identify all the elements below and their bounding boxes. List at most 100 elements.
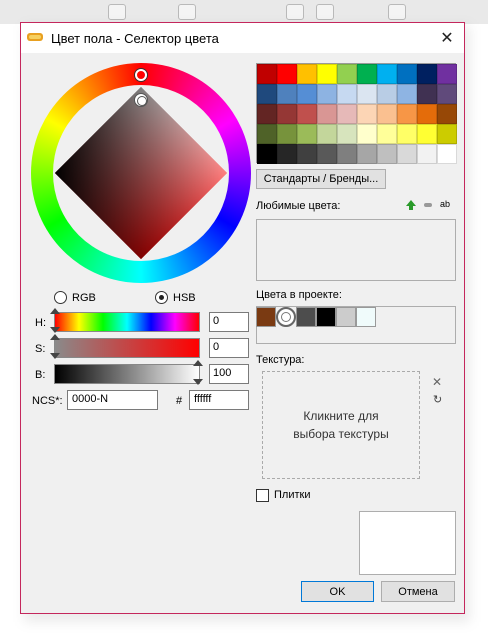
palette-swatch[interactable] [357, 124, 377, 144]
palette-swatch[interactable] [277, 144, 297, 164]
standards-brands-button[interactable]: Стандарты / Бренды... [256, 169, 386, 189]
project-color-swatch[interactable] [276, 307, 296, 327]
hue-slider[interactable] [54, 312, 200, 332]
project-color-swatch[interactable] [336, 307, 356, 327]
brightness-slider-handle-bottom[interactable] [193, 379, 203, 385]
palette-swatch[interactable] [417, 84, 437, 104]
palette-swatch[interactable] [257, 104, 277, 124]
palette-swatch[interactable] [397, 64, 417, 84]
palette-swatch[interactable] [437, 84, 457, 104]
hue-input[interactable]: 0 [209, 312, 249, 332]
palette-swatch[interactable] [397, 84, 417, 104]
favorite-colors-area[interactable] [256, 219, 456, 281]
palette-swatch[interactable] [377, 124, 397, 144]
palette-swatch[interactable] [277, 84, 297, 104]
palette-swatch[interactable] [277, 64, 297, 84]
palette-swatch[interactable] [397, 144, 417, 164]
texture-selector[interactable]: Кликните для выбора текстуры [262, 371, 420, 479]
title-bar: Цвет пола - Селектор цвета ✕ [21, 23, 464, 53]
project-color-swatch[interactable] [356, 307, 376, 327]
hsb-radio-label: HSB [173, 291, 196, 304]
palette-swatch[interactable] [297, 124, 317, 144]
color-wheel-area[interactable] [31, 63, 251, 283]
palette-swatch[interactable] [437, 64, 457, 84]
ncs-label: NCS*: [32, 395, 63, 407]
palette-swatch[interactable] [337, 64, 357, 84]
brightness-slider-handle-top[interactable] [193, 360, 203, 366]
favorites-label: Любимые цвета: [256, 200, 341, 212]
saturation-input[interactable]: 0 [209, 338, 249, 358]
texture-label: Текстура: [256, 354, 305, 366]
saturation-slider[interactable] [54, 338, 200, 358]
palette-swatch[interactable] [397, 124, 417, 144]
palette-swatch[interactable] [317, 144, 337, 164]
project-colors-list [256, 307, 376, 327]
hex-input[interactable]: ffffff [189, 390, 249, 410]
palette-swatch[interactable] [417, 124, 437, 144]
hue-marker[interactable] [135, 69, 147, 81]
palette-swatch[interactable] [277, 104, 297, 124]
palette-swatch[interactable] [317, 124, 337, 144]
hue-slider-handle-bottom[interactable] [50, 327, 60, 333]
palette-swatch[interactable] [437, 124, 457, 144]
palette-swatch[interactable] [377, 84, 397, 104]
cancel-button[interactable]: Отмена [381, 581, 455, 602]
hue-slider-handle-top[interactable] [50, 308, 60, 314]
palette-swatch[interactable] [337, 104, 357, 124]
palette-swatch[interactable] [417, 64, 437, 84]
palette-swatch[interactable] [297, 104, 317, 124]
rgb-radio-circle[interactable] [54, 291, 67, 304]
palette-swatch[interactable] [337, 144, 357, 164]
saturation-slider-handle-bottom[interactable] [50, 353, 60, 359]
saturation-brightness-marker[interactable] [134, 93, 148, 107]
palette-swatch[interactable] [317, 64, 337, 84]
close-button[interactable]: ✕ [430, 23, 464, 53]
palette-swatch[interactable] [437, 144, 457, 164]
palette-swatch[interactable] [297, 144, 317, 164]
rotate-texture-icon[interactable]: ↻ [433, 393, 442, 406]
palette-swatch[interactable] [417, 144, 437, 164]
palette-swatch[interactable] [377, 104, 397, 124]
app-icon [27, 33, 43, 41]
tiles-checkbox[interactable] [256, 489, 269, 502]
palette-swatch[interactable] [297, 84, 317, 104]
palette-swatch[interactable] [317, 84, 337, 104]
brightness-label: B: [35, 369, 46, 381]
palette-swatch[interactable] [257, 124, 277, 144]
palette-swatch[interactable] [377, 64, 397, 84]
project-color-swatch[interactable] [296, 307, 316, 327]
palette-swatch[interactable] [337, 84, 357, 104]
palette-swatch[interactable] [357, 84, 377, 104]
ok-button[interactable]: OK [301, 581, 374, 602]
remove-favorite-icon[interactable] [423, 201, 433, 211]
brightness-slider[interactable] [54, 364, 200, 384]
palette-swatch[interactable] [337, 124, 357, 144]
palette-swatch[interactable] [277, 124, 297, 144]
hue-label: H: [35, 317, 46, 329]
rename-favorite-button[interactable]: ab [440, 199, 450, 209]
palette-swatch[interactable] [257, 144, 277, 164]
brightness-input[interactable]: 100 [209, 364, 249, 384]
rgb-radio[interactable]: RGB [54, 291, 96, 304]
palette-swatch[interactable] [357, 144, 377, 164]
ncs-input[interactable]: 0000-N [67, 390, 158, 410]
hsb-radio[interactable]: HSB [155, 291, 196, 304]
hsb-radio-circle[interactable] [155, 291, 168, 304]
palette-swatch[interactable] [397, 104, 417, 124]
window-title: Цвет пола - Селектор цвета [51, 31, 219, 46]
palette-swatch[interactable] [357, 104, 377, 124]
palette-swatch[interactable] [377, 144, 397, 164]
clear-texture-icon[interactable]: ✕ [432, 375, 442, 389]
palette-swatch[interactable] [437, 104, 457, 124]
project-color-swatch[interactable] [256, 307, 276, 327]
project-color-swatch[interactable] [316, 307, 336, 327]
palette-swatch[interactable] [257, 84, 277, 104]
palette-swatch[interactable] [317, 104, 337, 124]
background-toolbar-icon [178, 4, 196, 20]
palette-swatch[interactable] [257, 64, 277, 84]
saturation-slider-handle-top[interactable] [50, 334, 60, 340]
add-favorite-icon[interactable] [406, 200, 416, 212]
palette-swatch[interactable] [357, 64, 377, 84]
palette-swatch[interactable] [297, 64, 317, 84]
palette-swatch[interactable] [417, 104, 437, 124]
